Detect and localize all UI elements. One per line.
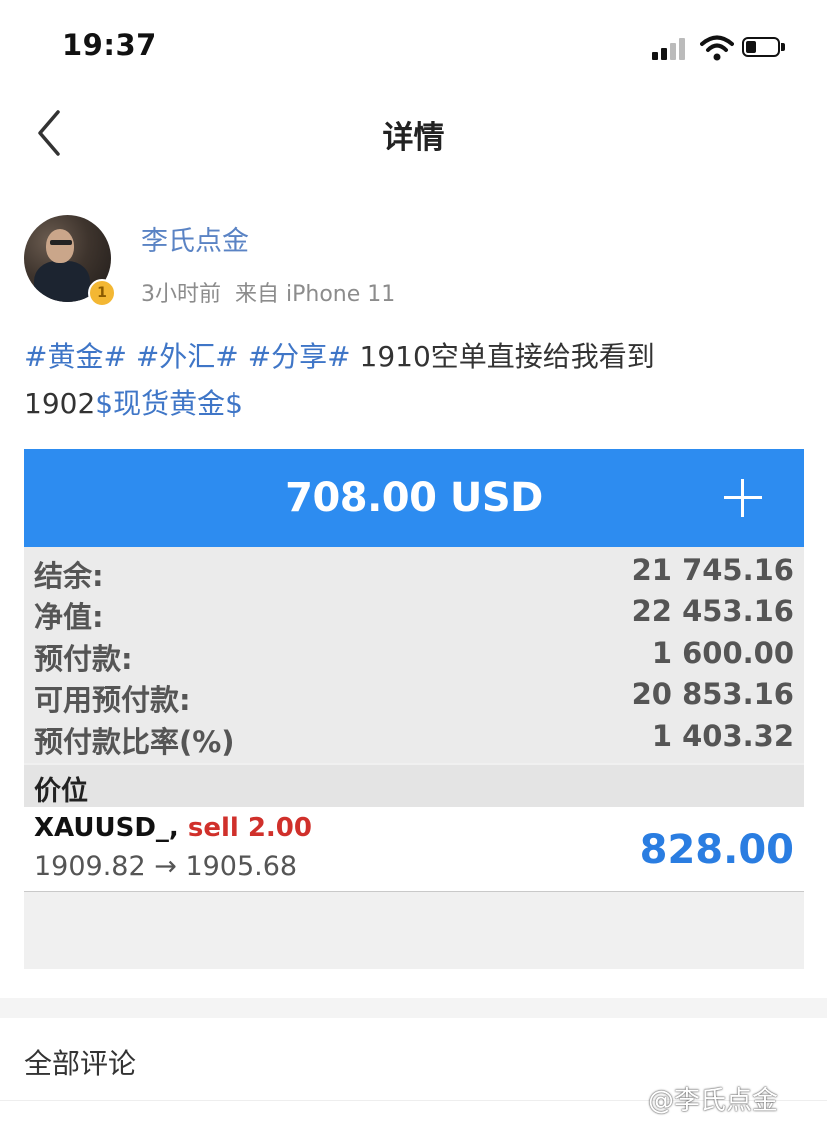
post-source: 来自 iPhone 11	[235, 282, 396, 307]
section-label: 价位	[34, 776, 88, 807]
stat-label: 预付款比率(%)	[34, 725, 235, 759]
watermark-text: @李氏点金	[648, 1086, 779, 1116]
topic-tag[interactable]: #分享#	[248, 340, 351, 373]
stat-label: 可用预付款:	[34, 683, 191, 717]
cellular-signal-icon	[652, 38, 690, 60]
battery-icon	[742, 37, 786, 59]
post-body-text: 1910空单直接给我看到	[350, 340, 655, 373]
stat-row-equity: 净值: 22 453.16	[34, 594, 794, 634]
post-body-number: 1902	[24, 387, 96, 420]
position-row: XAUUSD_, sell 2.00 1909.82 → 1905.68 828…	[24, 807, 804, 892]
level-badge: 1	[88, 279, 116, 307]
stat-label: 预付款:	[34, 642, 133, 676]
card-footer-blank	[24, 892, 804, 969]
post-time: 3小时前	[141, 282, 221, 307]
stat-row-free-margin: 可用预付款: 20 853.16	[34, 677, 794, 717]
post-meta: 3小时前 来自 iPhone 11	[141, 276, 395, 308]
stat-value: 22 453.16	[631, 594, 794, 628]
section-divider	[0, 998, 827, 1018]
trade-total-amount: 708.00 USD	[285, 475, 543, 521]
stat-value: 1 403.32	[651, 719, 794, 753]
position-profit: 828.00	[639, 827, 794, 873]
topic-tag[interactable]: #黄金#	[24, 340, 127, 373]
price-range: 1909.82 → 1905.68	[34, 851, 298, 882]
page-title: 详情	[382, 120, 445, 156]
stat-label: 净值:	[34, 600, 104, 634]
author-name[interactable]: 李氏点金	[141, 219, 249, 258]
stock-tag[interactable]: $现货黄金$	[95, 387, 243, 420]
trade-header: 708.00 USD	[24, 449, 804, 547]
stat-value: 21 745.16	[631, 553, 794, 587]
stat-row-balance: 结余: 21 745.16	[34, 553, 794, 593]
symbol-name: XAUUSD_,	[34, 813, 179, 843]
trade-screenshot-image[interactable]: 708.00 USD 结余: 21 745.16 净值: 22 453.16 预…	[24, 449, 804, 969]
account-stats: 结余: 21 745.16 净值: 22 453.16 预付款: 1 600.0…	[24, 547, 804, 763]
stat-value: 20 853.16	[631, 677, 794, 711]
topic-tag[interactable]: #外汇#	[136, 340, 239, 373]
stat-value: 1 600.00	[651, 636, 794, 670]
plus-icon	[724, 479, 762, 517]
all-comments-title: 全部评论	[24, 1047, 137, 1080]
stat-label: 结余:	[34, 559, 104, 593]
position-symbol: XAUUSD_, sell 2.00	[34, 813, 312, 843]
stat-row-margin: 预付款: 1 600.00	[34, 636, 794, 676]
stat-row-margin-level: 预付款比率(%) 1 403.32	[34, 719, 794, 759]
sell-volume: sell 2.00	[187, 813, 312, 843]
status-time: 19:37	[62, 28, 157, 62]
post-body: #黄金# #外汇# #分享# 1910空单直接给我看到 1902$现货黄金$	[24, 333, 804, 427]
wifi-icon	[700, 35, 734, 61]
price-section-header: 价位	[24, 765, 804, 807]
